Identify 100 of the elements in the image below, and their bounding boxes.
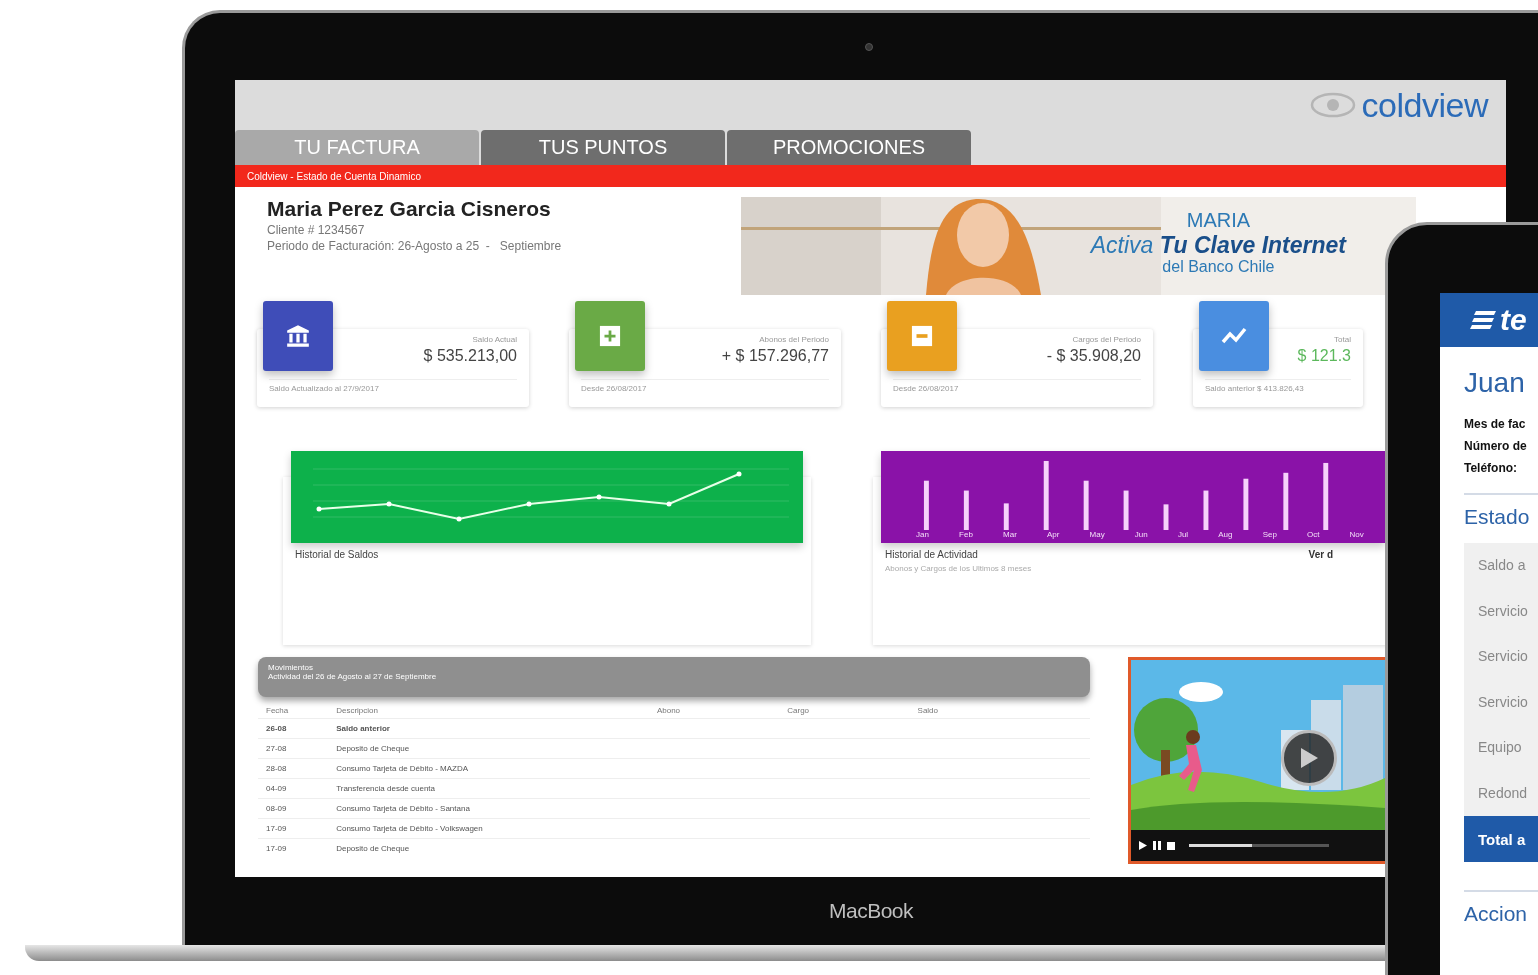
table-cell: Consumo Tarjeta de Débito - Santana <box>328 798 649 819</box>
summary-row-text: Servicio <box>1478 601 1529 621</box>
table-cell: Deposito de Cheque <box>328 738 649 759</box>
banner-headline: Activa Tu Clave Internet <box>1090 232 1346 260</box>
stripes-icon <box>1470 309 1496 331</box>
table-cell: 28-08 <box>258 758 329 779</box>
data-point <box>386 501 392 507</box>
summary-row-text: Servicio <box>1478 692 1529 712</box>
chart-bar <box>1323 462 1329 530</box>
client-number: Cliente # 1234567 <box>267 223 366 238</box>
month-label: Aug <box>1218 530 1233 539</box>
month-label: Oct <box>1307 530 1320 539</box>
month-label: May <box>1089 530 1105 539</box>
play-icon[interactable] <box>1139 841 1147 850</box>
table-title: Movimientos <box>268 663 314 672</box>
field-label: Mes de fac <box>1464 416 1527 433</box>
chart-bar <box>1243 478 1249 530</box>
play-icon <box>1299 747 1319 769</box>
chart-bar <box>1203 490 1209 530</box>
month-label: Apr <box>1046 530 1060 539</box>
month-label: Jun <box>1134 530 1148 539</box>
month-label: Feb <box>959 530 973 539</box>
column-header: Saldo <box>909 703 1090 719</box>
stat-amount: $ 121.3 <box>1297 347 1351 366</box>
stat-label: Saldo Actual <box>472 335 517 345</box>
tablet-logo: te <box>1500 303 1527 337</box>
table-cell: Consumo Tarjeta de Débito - MAZDA <box>328 758 649 779</box>
field-label: Teléfono: <box>1464 460 1519 477</box>
table-cell: 26-08 <box>258 718 329 739</box>
chart-bar <box>1283 472 1289 530</box>
breadcrumb: Coldview - Estado de Cuenta Dinamico <box>247 170 421 182</box>
progress-track[interactable] <box>1189 844 1329 847</box>
data-point <box>666 501 672 507</box>
stop-icon[interactable] <box>1167 841 1175 850</box>
month-label: Jan <box>916 530 929 539</box>
month-label: Sep <box>1262 530 1277 539</box>
plus-icon <box>599 325 621 348</box>
bank-icon <box>285 323 311 350</box>
total-label: Total a <box>1478 830 1526 848</box>
summary-row-text: Redond <box>1478 783 1529 803</box>
brand-logo: coldview <box>1361 85 1488 125</box>
section-title: Estado <box>1464 505 1531 529</box>
table-cell: 17-09 <box>258 818 329 839</box>
data-point <box>596 494 602 500</box>
stat-label: Total <box>1334 335 1351 345</box>
details-link[interactable]: Ver d <box>1308 549 1333 560</box>
summary-row-text: Servicio <box>1478 647 1529 666</box>
chart-bar <box>923 480 929 530</box>
stat-note: Saldo anterior $ 413.826,43 <box>1205 379 1351 394</box>
table-cell: Deposito de Cheque <box>328 838 649 859</box>
table-cell: 17-09 <box>258 838 329 859</box>
nav-tab[interactable]: PROMOCIONES <box>727 130 971 166</box>
pause-icon[interactable] <box>1153 841 1161 850</box>
data-point <box>736 471 742 477</box>
chart-title: Historial de Actividad <box>885 549 978 560</box>
chart-bar <box>1123 490 1129 530</box>
chart-bar <box>1083 480 1089 530</box>
camera-icon <box>865 42 873 51</box>
billing-period: Periodo de Facturación: 26-Agosto a 25 - Septiembre <box>267 239 562 254</box>
column-header: Abono <box>648 703 780 719</box>
stat-note: Desde 26/08/2017 <box>581 379 829 394</box>
summary-row-text: Equipo <box>1478 738 1523 757</box>
table-cell: Consumo Tarjeta de Débito - Volkswagen <box>328 818 649 839</box>
stat-amount: + $ 157.296,77 <box>721 347 829 366</box>
stat-label: Abonos del Periodo <box>759 335 829 345</box>
section-title: Accion <box>1464 902 1529 926</box>
column-header: Descripcion <box>328 703 649 719</box>
chart-title: Historial de Saldos <box>295 549 380 560</box>
table-cell: Saldo anterior <box>328 718 649 739</box>
banner-subline: del Banco Chile <box>1162 259 1275 276</box>
customer-name: Maria Perez Garcia Cisneros <box>267 197 552 222</box>
banner-greeting: MARIA <box>1186 209 1251 233</box>
data-point <box>526 501 532 507</box>
stat-note: Desde 26/08/2017 <box>893 379 1141 394</box>
stat-amount: - $ 35.908,20 <box>1046 347 1141 366</box>
chart-subtitle: Abonos y Cargos de los Ultimos 8 meses <box>885 564 1033 573</box>
table-cell: 27-08 <box>258 738 329 759</box>
month-label: Mar <box>1003 530 1017 539</box>
month-label: Jul <box>1177 530 1189 539</box>
chart-bar <box>1003 503 1009 530</box>
eye-icon <box>1309 91 1356 120</box>
table-subtitle: Actividad del 26 de Agosto al 27 de Septiembre <box>268 672 438 681</box>
tablet-customer-name: Juan <box>1464 367 1526 399</box>
stat-label: Cargos del Periodo <box>1072 335 1141 345</box>
summary-row-text: Saldo a <box>1478 556 1527 575</box>
stat-amount: $ 535.213,00 <box>423 347 517 366</box>
table-cell: 08-09 <box>258 798 329 819</box>
column-header: Fecha <box>258 703 329 719</box>
chart-bar <box>963 490 969 530</box>
data-point <box>316 506 322 512</box>
table-cell: 04-09 <box>258 778 329 799</box>
table-cell: Transferencia desde cuenta <box>328 778 649 799</box>
field-label: Número de <box>1464 438 1528 455</box>
column-header: Cargo <box>779 703 910 719</box>
nav-tab[interactable]: TUS PUNTOS <box>481 130 725 166</box>
chart-bar <box>1043 460 1049 530</box>
minus-icon <box>911 325 933 348</box>
chart-bar <box>1163 504 1169 530</box>
stat-note: Saldo Actualizado al 27/9/2017 <box>269 379 517 394</box>
data-point <box>456 516 462 522</box>
